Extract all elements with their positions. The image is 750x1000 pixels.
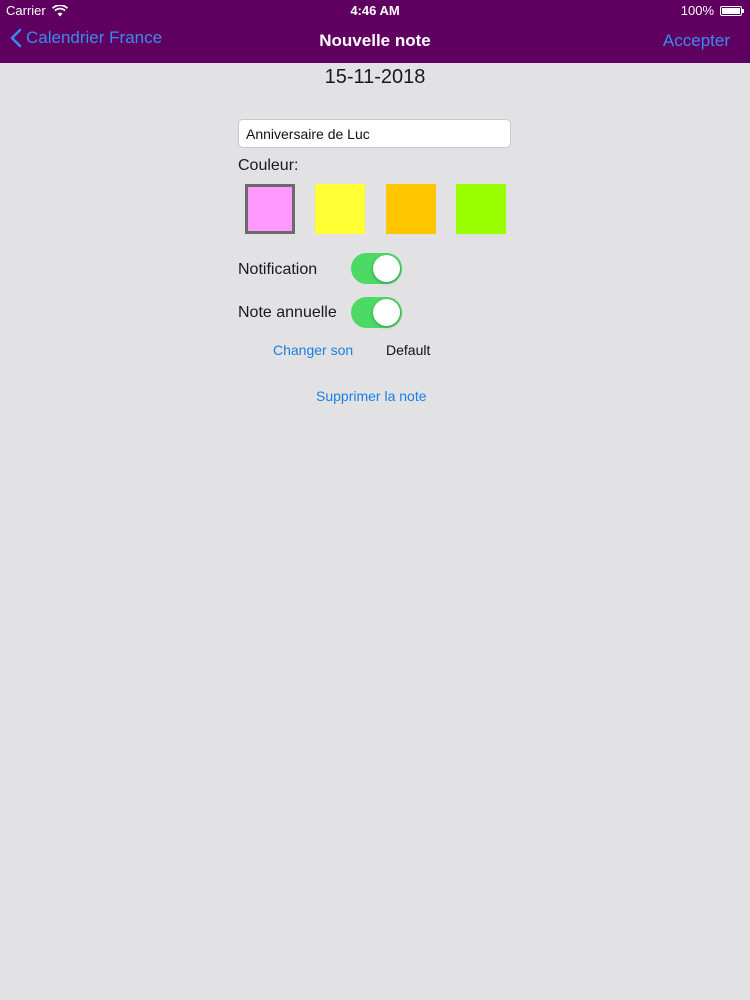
color-swatch-pink[interactable] [245, 184, 295, 234]
annual-note-toggle[interactable] [351, 297, 402, 328]
accept-button[interactable]: Accepter [663, 31, 730, 51]
toggle-knob [373, 299, 400, 326]
color-swatch-orange[interactable] [386, 184, 436, 234]
delete-note-button[interactable]: Supprimer la note [316, 388, 427, 404]
battery-percent: 100% [680, 3, 714, 18]
note-title-input[interactable] [238, 119, 511, 148]
notification-label: Notification [238, 261, 318, 278]
color-label: Couleur: [238, 157, 299, 174]
status-time: 4:46 AM [350, 3, 400, 18]
page-title: Nouvelle note [319, 31, 431, 50]
change-sound-button[interactable]: Changer son [273, 342, 353, 358]
status-bar: Carrier 4:46 AM 100% [0, 0, 750, 22]
sound-value: Default [386, 342, 431, 358]
navigation-bar: Carrier 4:46 AM 100% Calendrier France N… [0, 0, 750, 63]
annual-note-label: Note annuelle [238, 304, 337, 321]
color-swatch-green[interactable] [456, 184, 506, 234]
toggle-knob [373, 255, 400, 282]
color-swatch-yellow[interactable] [315, 184, 365, 234]
battery-icon [720, 5, 744, 16]
note-date: 15-11-2018 [324, 66, 426, 88]
battery-info: 100% [680, 3, 744, 18]
notification-toggle[interactable] [351, 253, 402, 284]
